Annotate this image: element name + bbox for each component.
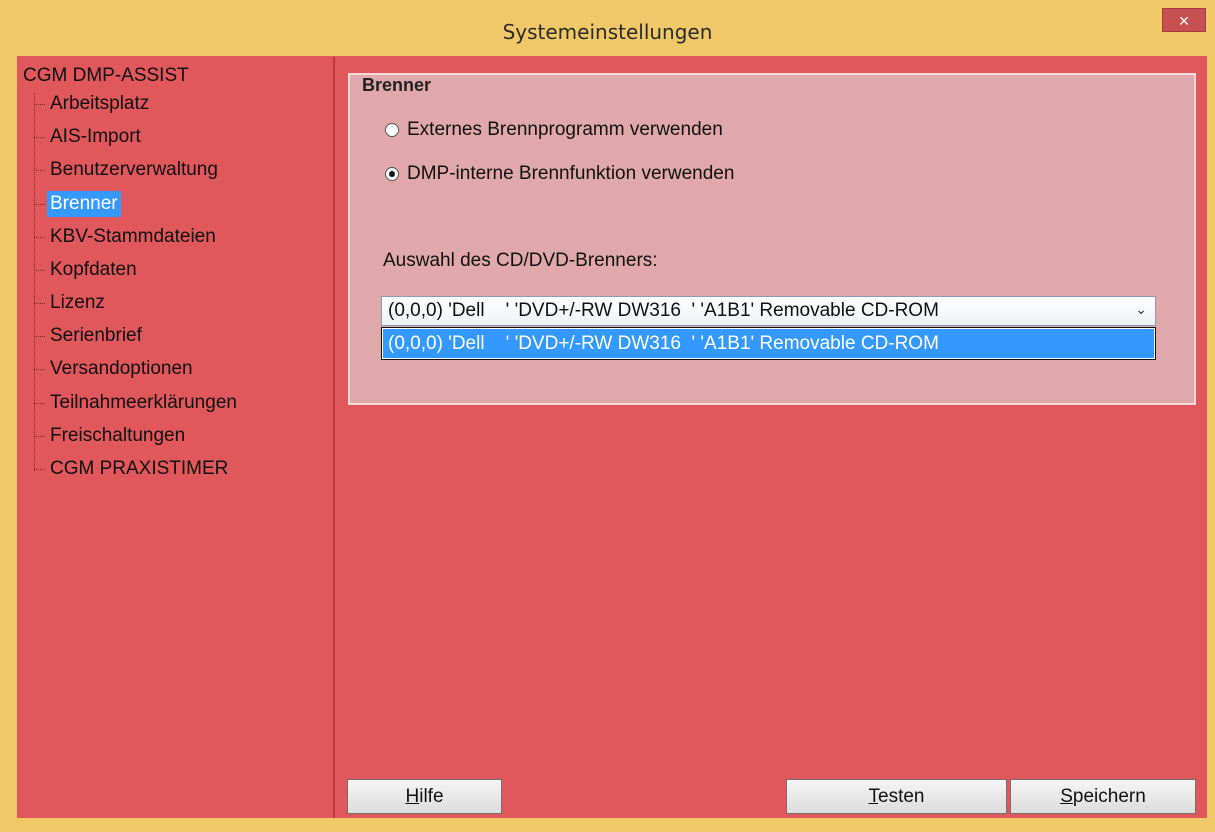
radio-external-label: Externes Brennprogramm verwenden bbox=[407, 119, 723, 140]
burner-dropdown-list: (0,0,0) 'Dell ' 'DVD+/-RW DW316 ' 'A1B1'… bbox=[381, 327, 1156, 360]
burner-select[interactable]: (0,0,0) 'Dell ' 'DVD+/-RW DW316 ' 'A1B1'… bbox=[381, 296, 1156, 326]
close-icon: × bbox=[1178, 11, 1190, 31]
tree-connector-line bbox=[34, 93, 35, 471]
chevron-down-icon[interactable]: ⌄ bbox=[1135, 301, 1147, 318]
burner-select-value: (0,0,0) 'Dell ' 'DVD+/-RW DW316 ' 'A1B1'… bbox=[388, 300, 939, 321]
brenner-group-title: Brenner bbox=[358, 75, 436, 96]
help-button[interactable]: Hilfe bbox=[347, 779, 502, 814]
burner-select-label: Auswahl des CD/DVD-Brenners: bbox=[383, 250, 658, 271]
tree-item-benutzerverwaltung[interactable]: Benutzerverwaltung bbox=[34, 157, 221, 183]
tree-item-cgm-praxistimer[interactable]: CGM PRAXISTIMER bbox=[34, 456, 231, 482]
tree-item-ais-import[interactable]: AIS-Import bbox=[34, 124, 144, 150]
tree-item-serienbrief[interactable]: Serienbrief bbox=[34, 323, 145, 349]
tree-item-freischaltungen[interactable]: Freischaltungen bbox=[34, 423, 188, 449]
test-button[interactable]: Testen bbox=[786, 779, 1007, 814]
tree-item-brenner[interactable]: Brenner bbox=[34, 191, 121, 217]
tree-item-kopfdaten[interactable]: Kopfdaten bbox=[34, 257, 140, 283]
radio-internal-burner[interactable]: DMP-interne Brennfunktion verwenden bbox=[385, 163, 734, 185]
dropdown-option[interactable]: (0,0,0) 'Dell ' 'DVD+/-RW DW316 ' 'A1B1'… bbox=[383, 329, 1154, 358]
radio-unchecked-icon[interactable] bbox=[385, 123, 399, 137]
save-button[interactable]: Speichern bbox=[1010, 779, 1196, 814]
tree-item-lizenz[interactable]: Lizenz bbox=[34, 290, 108, 316]
close-button[interactable]: × bbox=[1162, 8, 1206, 32]
window-title: Systemeinstellungen bbox=[502, 20, 713, 44]
tree-root[interactable]: CGM DMP-ASSIST bbox=[23, 65, 189, 87]
radio-checked-icon[interactable] bbox=[385, 167, 399, 181]
radio-external-burner[interactable]: Externes Brennprogramm verwenden bbox=[385, 119, 723, 141]
tree-item-kbv-stammdateien[interactable]: KBV-Stammdateien bbox=[34, 224, 219, 250]
settings-window: Systemeinstellungen × CGM DMP-ASSIST Arb… bbox=[0, 0, 1215, 832]
title-bar[interactable]: Systemeinstellungen × bbox=[0, 0, 1215, 58]
radio-internal-label: DMP-interne Brennfunktion verwenden bbox=[407, 163, 735, 184]
tree-item-teilnahmeerklaerungen[interactable]: Teilnahmeerklärungen bbox=[34, 390, 240, 416]
settings-tree: CGM DMP-ASSIST Arbeitsplatz AIS-Import B… bbox=[21, 57, 335, 818]
tree-item-versandoptionen[interactable]: Versandoptionen bbox=[34, 356, 196, 382]
tree-item-arbeitsplatz[interactable]: Arbeitsplatz bbox=[34, 91, 152, 117]
